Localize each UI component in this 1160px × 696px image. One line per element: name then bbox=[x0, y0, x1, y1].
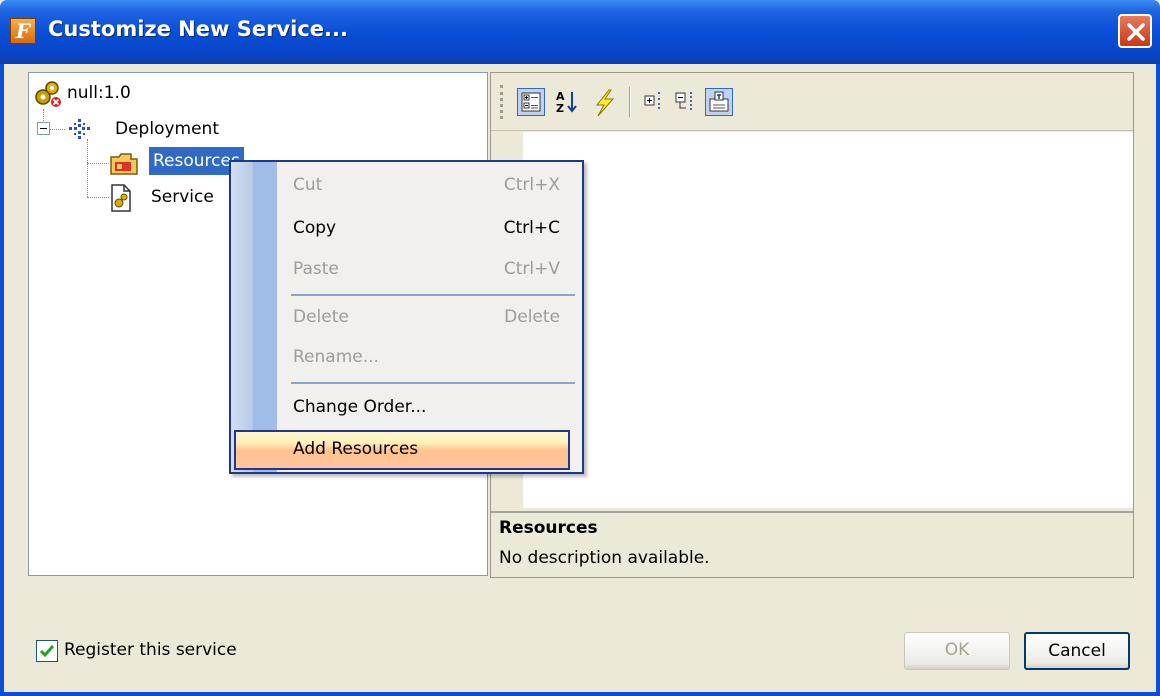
menu-item-label: Rename... bbox=[293, 347, 379, 367]
register-service-checkbox[interactable] bbox=[36, 640, 58, 662]
toolbar-grip[interactable] bbox=[500, 85, 503, 119]
property-toolbar: A Z bbox=[491, 73, 1133, 131]
menu-item-cut[interactable]: Cut Ctrl+X bbox=[233, 166, 580, 206]
collapse-all-icon bbox=[675, 92, 692, 110]
window-frame-bottom bbox=[0, 692, 1160, 696]
cancel-button[interactable]: Cancel bbox=[1024, 632, 1130, 670]
events-button[interactable] bbox=[589, 88, 617, 117]
menu-item-shortcut: Ctrl+X bbox=[503, 175, 560, 195]
tree-connector bbox=[49, 129, 65, 130]
tree-node-label: null:1.0 bbox=[67, 83, 131, 103]
title-bar[interactable]: F Customize New Service... bbox=[0, 0, 1160, 64]
app-logo-icon: F bbox=[10, 18, 36, 44]
menu-item-label: Cut bbox=[293, 175, 323, 195]
window-title: Customize New Service... bbox=[48, 17, 348, 41]
service-document-icon bbox=[111, 184, 131, 212]
categorized-icon bbox=[521, 92, 541, 112]
service-gears-error-icon bbox=[35, 81, 61, 107]
tree-node-label: Service bbox=[151, 187, 214, 207]
menu-item-shortcut: Ctrl+C bbox=[503, 218, 560, 238]
menu-item-label: Change Order... bbox=[293, 397, 427, 417]
menu-separator bbox=[291, 382, 575, 384]
menu-item-delete[interactable]: Delete Delete bbox=[233, 298, 580, 338]
tree-connector bbox=[87, 139, 88, 197]
checkmark-icon bbox=[39, 645, 55, 658]
menu-item-rename[interactable]: Rename... bbox=[233, 338, 580, 378]
sort-alphabetical-button[interactable]: A Z bbox=[553, 88, 581, 116]
menu-separator bbox=[291, 294, 575, 296]
folder-icon bbox=[110, 153, 138, 175]
expand-all-button[interactable] bbox=[641, 88, 669, 116]
tree-node-label: Deployment bbox=[115, 119, 219, 139]
expand-all-icon bbox=[644, 92, 660, 110]
menu-item-add-resources[interactable]: Add Resources bbox=[234, 430, 570, 470]
menu-item-label: Copy bbox=[293, 218, 337, 238]
categorized-view-button[interactable] bbox=[517, 88, 545, 116]
menu-item-change-order[interactable]: Change Order... bbox=[233, 388, 580, 428]
collapse-toggle[interactable] bbox=[37, 122, 50, 135]
menu-item-paste[interactable]: Paste Ctrl+V bbox=[233, 250, 580, 290]
window-frame-right bbox=[1156, 64, 1160, 696]
collapse-all-button[interactable] bbox=[673, 88, 701, 116]
menu-item-label: Paste bbox=[293, 259, 339, 279]
tree-connector bbox=[87, 197, 109, 198]
description-icon bbox=[709, 91, 729, 112]
menu-item-shortcut: Ctrl+V bbox=[503, 259, 560, 279]
tree-connector bbox=[87, 163, 109, 164]
menu-item-label: Delete bbox=[293, 307, 349, 327]
deployment-icon bbox=[69, 119, 90, 139]
ok-button[interactable]: OK bbox=[904, 632, 1010, 670]
toolbar-separator bbox=[629, 87, 631, 117]
description-pane: Resources No description available. bbox=[491, 511, 1133, 577]
show-description-button[interactable] bbox=[705, 88, 733, 116]
register-service-label[interactable]: Register this service bbox=[64, 640, 237, 660]
window-frame-left bbox=[0, 64, 4, 696]
property-sheet: A Z Resources No description available. bbox=[490, 72, 1134, 578]
svg-text:Z: Z bbox=[556, 102, 564, 115]
description-title: Resources bbox=[499, 518, 598, 538]
lightning-icon bbox=[595, 89, 615, 117]
menu-item-shortcut: Delete bbox=[504, 307, 560, 327]
context-menu: Cut Ctrl+X Copy Ctrl+C Paste Ctrl+V Dele… bbox=[229, 160, 584, 474]
menu-item-label: Add Resources bbox=[293, 439, 419, 459]
property-grid[interactable] bbox=[491, 132, 1133, 508]
close-icon bbox=[1127, 23, 1145, 41]
close-button[interactable] bbox=[1118, 14, 1152, 48]
sort-az-icon: A Z bbox=[556, 90, 577, 115]
menu-item-copy[interactable]: Copy Ctrl+C bbox=[233, 209, 580, 249]
description-text: No description available. bbox=[499, 548, 710, 568]
